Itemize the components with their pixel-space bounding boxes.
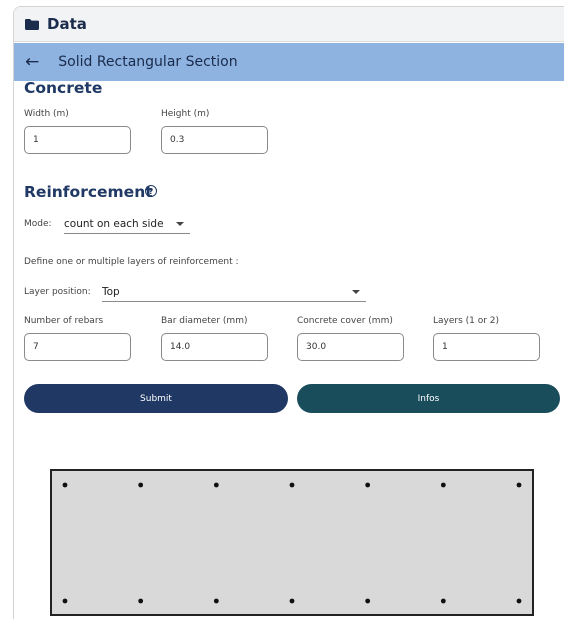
cover-label: Concrete cover (mm)	[297, 316, 393, 326]
bottom-rebar	[289, 598, 295, 604]
folder-icon	[25, 18, 39, 30]
width-label: Width (m)	[24, 109, 69, 119]
layers-input[interactable]: 1	[433, 333, 540, 361]
rebars-label: Number of rebars	[24, 316, 104, 326]
layer-position-label: Layer position:	[24, 287, 91, 297]
top-rebar	[516, 482, 522, 488]
concrete-section-rect	[50, 469, 534, 616]
panel-title: Data	[47, 15, 87, 33]
bottom-rebar	[213, 598, 219, 604]
layer-position-value: Top	[102, 286, 120, 298]
bottom-rebar	[516, 598, 522, 604]
mode-select[interactable]: count on each side	[64, 212, 190, 234]
top-rebar	[440, 482, 446, 488]
define-layers-text: Define one or multiple layers of reinfor…	[24, 257, 239, 267]
bottom-rebar	[365, 598, 371, 604]
top-rebar	[213, 482, 219, 488]
mode-label: Mode:	[24, 219, 52, 229]
top-rebar	[289, 482, 295, 488]
arrow-left-icon[interactable]: ←	[25, 53, 39, 71]
help-icon[interactable]: ?	[145, 185, 157, 197]
chevron-down-icon	[352, 290, 360, 294]
section-subheader: ← Solid Rectangular Section	[14, 43, 564, 81]
concrete-title: Concrete	[24, 79, 103, 97]
subheader-title: Solid Rectangular Section	[58, 54, 238, 70]
diameter-input[interactable]: 14.0	[161, 333, 268, 361]
top-rebar	[138, 482, 144, 488]
width-input[interactable]: 1	[24, 126, 131, 154]
section-preview	[50, 469, 534, 616]
diameter-label: Bar diameter (mm)	[161, 316, 248, 326]
height-input[interactable]: 0.3	[161, 126, 268, 154]
panel-header: Data	[14, 7, 564, 42]
bottom-rebar	[62, 598, 68, 604]
layers-label: Layers (1 or 2)	[433, 316, 500, 326]
bottom-rebar	[440, 598, 446, 604]
rebars-input[interactable]: 7	[24, 333, 131, 361]
infos-button[interactable]: Infos	[297, 384, 560, 413]
submit-button[interactable]: Submit	[24, 384, 288, 413]
height-label: Height (m)	[161, 109, 210, 119]
top-rebar	[365, 482, 371, 488]
top-rebar	[62, 482, 68, 488]
mode-value: count on each side	[64, 218, 164, 230]
cover-input[interactable]: 30.0	[297, 333, 404, 361]
bottom-rebar	[138, 598, 144, 604]
layer-position-select[interactable]: Top	[102, 280, 366, 302]
chevron-down-icon	[176, 222, 184, 226]
reinforcement-title: Reinforcement	[24, 183, 153, 201]
